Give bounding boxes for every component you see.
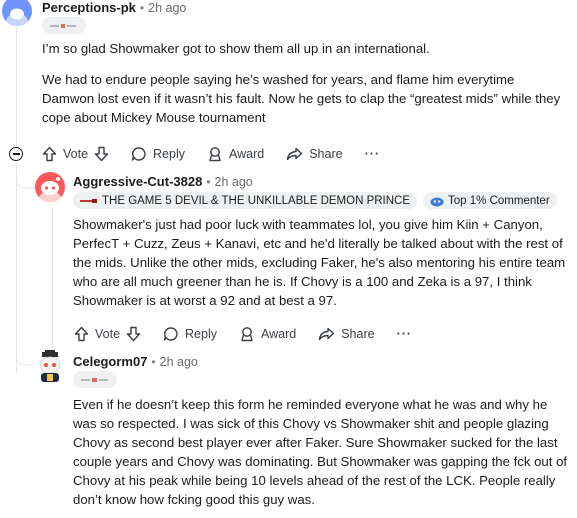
share-button[interactable]: Share — [318, 326, 375, 342]
collapse-thread-button[interactable] — [9, 147, 23, 161]
award-icon — [209, 147, 221, 162]
more-options-button[interactable]: ··· — [365, 147, 381, 161]
timestamp[interactable]: 2h ago — [160, 355, 198, 369]
share-button[interactable]: Share — [286, 146, 343, 162]
user-flair: THE GAME 5 DEVIL & THE UNKILLABLE DEMON … — [73, 192, 557, 209]
vote-control: Vote — [74, 326, 141, 342]
thread-line-root-lower — [16, 163, 17, 373]
award-label: Award — [229, 147, 265, 161]
comment-paragraph: We had to endure people saying he’s wash… — [42, 72, 561, 125]
share-label: Share — [309, 147, 343, 161]
downvote-icon[interactable] — [94, 146, 109, 162]
downvote-icon[interactable] — [126, 326, 141, 342]
more-options-button[interactable]: ··· — [397, 327, 413, 341]
comment-header: Aggressive-Cut-3828 • 2h ago — [73, 174, 253, 189]
snoo-avatar-icon — [38, 177, 62, 202]
username[interactable]: Celegorm07 — [73, 354, 147, 369]
thread-line-reply — [52, 208, 53, 348]
flair-emoji — [42, 17, 86, 34]
flair-emoji-icon — [81, 377, 108, 382]
comment-header: Perceptions-pk • 2h ago — [42, 0, 186, 15]
share-arrow-icon — [319, 327, 335, 341]
upvote-icon[interactable] — [42, 146, 57, 162]
flair-emoji-icon — [80, 198, 97, 203]
comment-body: I’m so glad Showmaker got to show them a… — [42, 39, 562, 139]
flair-emoji-icon — [50, 23, 76, 28]
badge-label: Top 1% Commenter — [448, 194, 550, 207]
top-commenter-badge: Top 1% Commenter — [423, 192, 557, 209]
user-flair — [42, 17, 86, 34]
flair-emoji — [73, 371, 117, 388]
comment-header: Celegorm07 • 2h ago — [73, 354, 198, 369]
award-icon — [241, 327, 253, 342]
comment-actions: Vote Reply Award Share ··· — [74, 326, 412, 342]
avatar[interactable] — [35, 172, 65, 202]
user-flair — [73, 371, 117, 388]
reply-label: Reply — [153, 147, 185, 161]
timestamp[interactable]: 2h ago — [215, 175, 253, 189]
reply-button[interactable]: Reply — [131, 146, 185, 162]
share-arrow-icon — [287, 147, 303, 161]
award-button[interactable]: Award — [207, 146, 264, 162]
vote-label: Vote — [63, 147, 89, 161]
reply-bubble-icon — [163, 327, 178, 341]
separator: • — [206, 174, 211, 189]
avatar[interactable] — [2, 0, 32, 26]
upvote-icon[interactable] — [74, 326, 89, 342]
reply-bubble-icon — [131, 147, 146, 161]
avatar[interactable] — [35, 350, 65, 384]
comment-paragraph: Showmaker's just had poor luck with team… — [73, 217, 566, 308]
comment-actions: Vote Reply Award Share ··· — [42, 146, 380, 162]
reply-button[interactable]: Reply — [163, 326, 217, 342]
comment-body: Even if he doesn’t keep this form he rem… — [73, 395, 568, 518]
comment-body: Showmaker's just had poor luck with team… — [73, 215, 568, 322]
award-label: Award — [261, 327, 297, 341]
separator: • — [139, 0, 145, 15]
separator: • — [151, 354, 156, 369]
reply-label: Reply — [185, 327, 217, 341]
timestamp[interactable]: 2h ago — [148, 1, 186, 15]
share-label: Share — [341, 327, 375, 341]
flair-text-pill: THE GAME 5 DEVIL & THE UNKILLABLE DEMON … — [73, 192, 418, 209]
award-button[interactable]: Award — [239, 326, 296, 342]
snoo-avatar-icon — [39, 350, 61, 382]
username[interactable]: Perceptions-pk — [42, 0, 136, 15]
comment-paragraph: I’m so glad Showmaker got to show them a… — [42, 41, 430, 56]
vote-control: Vote — [42, 146, 109, 162]
flair-text: THE GAME 5 DEVIL & THE UNKILLABLE DEMON … — [102, 194, 411, 207]
snoo-avatar-icon — [6, 8, 28, 26]
comment-paragraph: Even if he doesn’t keep this form he rem… — [73, 397, 568, 507]
username[interactable]: Aggressive-Cut-3828 — [73, 174, 202, 189]
thread-line-root — [16, 28, 17, 146]
vote-label: Vote — [95, 327, 121, 341]
top-commenter-icon — [430, 197, 444, 206]
